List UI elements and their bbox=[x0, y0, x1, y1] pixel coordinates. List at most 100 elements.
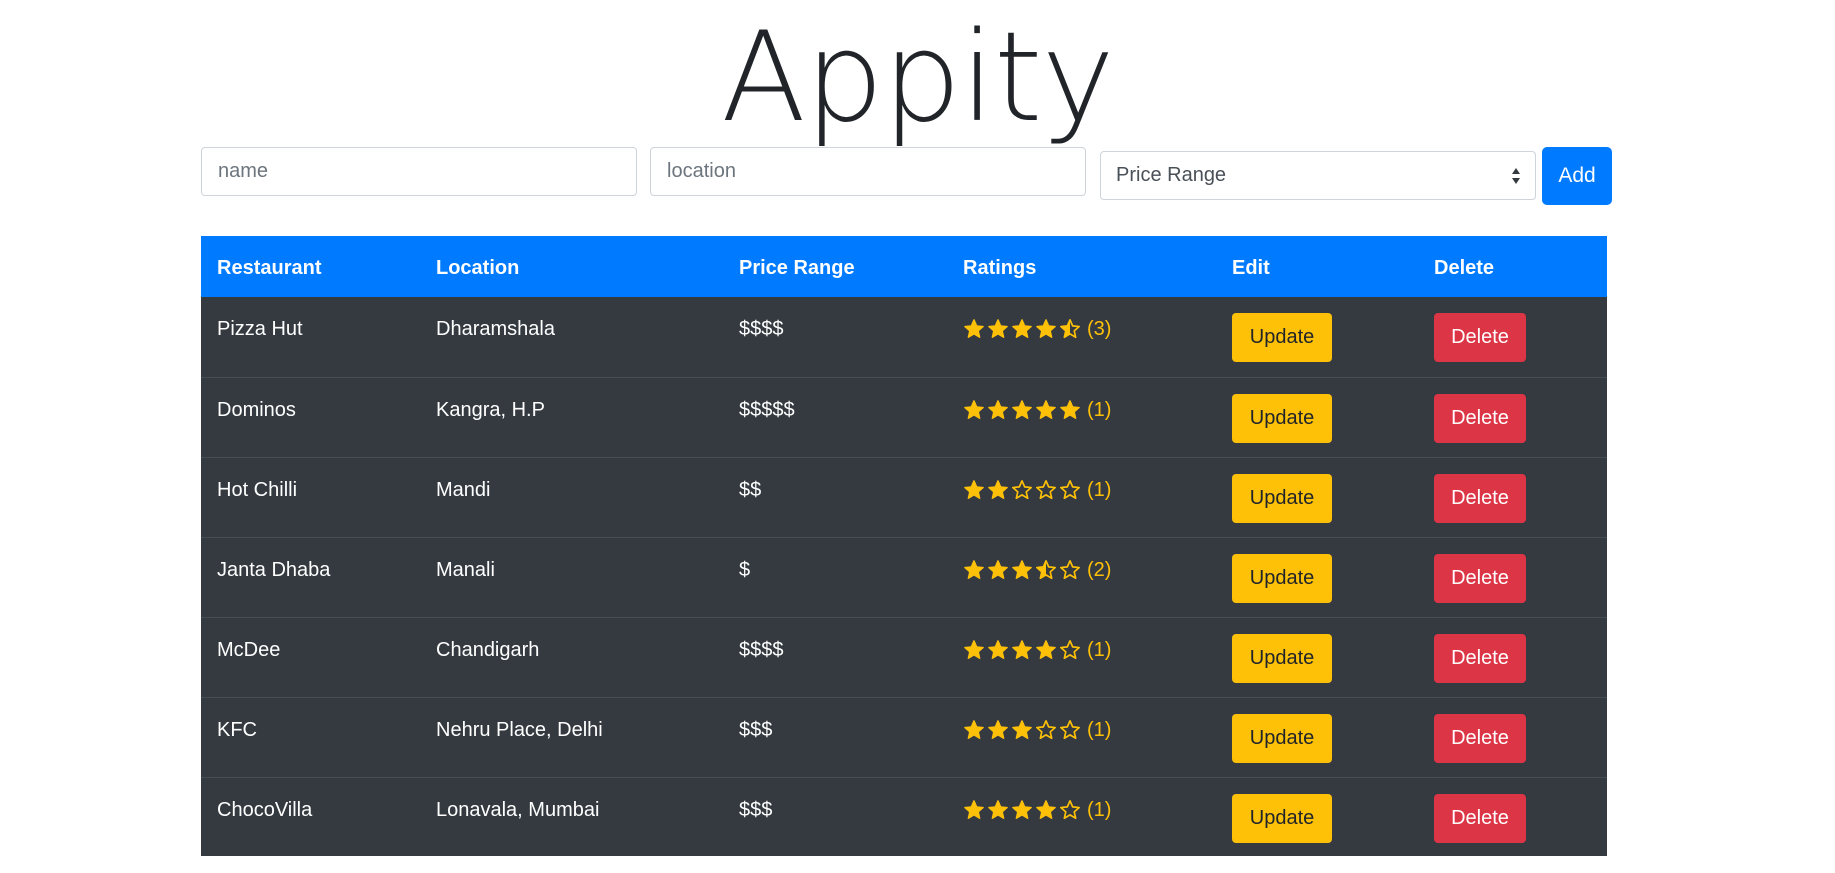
table-row: McDee Chandigarh $$$$ (1) Update Delete bbox=[201, 617, 1607, 697]
restaurant-name: Janta Dhaba bbox=[217, 559, 331, 581]
header-ratings: Ratings bbox=[963, 257, 1037, 279]
header-restaurant: Restaurant bbox=[217, 257, 322, 279]
star-rating: (1) bbox=[963, 396, 1111, 424]
star-rating: (1) bbox=[963, 476, 1111, 504]
star-filled-icon bbox=[988, 319, 1008, 338]
update-button[interactable]: Update bbox=[1232, 313, 1332, 362]
star-filled-icon bbox=[964, 480, 984, 499]
star-filled-icon bbox=[964, 720, 984, 739]
restaurant-price-range: $$$ bbox=[739, 719, 773, 741]
delete-button[interactable]: Delete bbox=[1434, 554, 1526, 603]
table-row: Hot Chilli Mandi $$ (1) Update Delete bbox=[201, 457, 1607, 537]
star-filled-icon bbox=[988, 480, 1008, 499]
restaurant-location: Manali bbox=[436, 559, 495, 581]
update-button[interactable]: Update bbox=[1232, 634, 1332, 683]
star-filled-icon bbox=[964, 400, 984, 419]
restaurants-table: Restaurant Location Price Range Ratings … bbox=[201, 236, 1607, 856]
star-filled-icon bbox=[1036, 800, 1056, 819]
star-filled-icon bbox=[1036, 319, 1056, 338]
star-empty-icon bbox=[1060, 720, 1080, 740]
star-filled-icon bbox=[1036, 400, 1056, 419]
delete-button[interactable]: Delete bbox=[1434, 313, 1526, 362]
price-range-select-value: Price Range bbox=[1116, 164, 1227, 186]
delete-button[interactable]: Delete bbox=[1434, 634, 1526, 683]
star-filled-icon bbox=[988, 800, 1008, 819]
table-row: ChocoVilla Lonavala, Mumbai $$$ (1) Update De… bbox=[201, 777, 1607, 857]
restaurant-price-range: $$$$ bbox=[739, 639, 784, 661]
restaurant-name: KFC bbox=[217, 719, 257, 741]
star-rating: (1) bbox=[963, 636, 1111, 664]
star-filled-icon bbox=[1012, 640, 1032, 659]
star-rating: (1) bbox=[963, 796, 1111, 824]
restaurant-price-range: $$$$ bbox=[739, 318, 784, 340]
app-page: Appity Price Range Add Restaurant Locati… bbox=[0, 0, 1835, 873]
restaurant-price-range: $$ bbox=[739, 479, 762, 501]
star-half-icon bbox=[1060, 319, 1080, 339]
update-button[interactable]: Update bbox=[1232, 714, 1332, 763]
sort-caret-icon bbox=[1512, 168, 1520, 184]
star-filled-icon bbox=[964, 319, 984, 338]
star-rating: (3) bbox=[963, 315, 1111, 343]
restaurant-price-range: $ bbox=[739, 559, 751, 581]
table-row: Dominos Kangra, H.P $$$$$ (1) Update Delete bbox=[201, 377, 1607, 457]
restaurant-location: Lonavala, Mumbai bbox=[436, 799, 600, 821]
restaurant-location: Mandi bbox=[436, 479, 491, 501]
star-filled-icon bbox=[1012, 319, 1032, 338]
star-filled-icon bbox=[964, 560, 984, 579]
table-row: Pizza Hut Dharamshala $$$$ (3) Update Delete bbox=[201, 297, 1607, 377]
review-count: (1) bbox=[1087, 639, 1112, 661]
add-button[interactable]: Add bbox=[1542, 147, 1612, 205]
restaurant-price-range: $$$ bbox=[739, 799, 773, 821]
review-count: (1) bbox=[1087, 799, 1112, 821]
restaurant-price-range: $$$$$ bbox=[739, 399, 795, 421]
star-filled-icon bbox=[964, 800, 984, 819]
star-empty-icon bbox=[1036, 720, 1056, 740]
restaurant-location: Kangra, H.P bbox=[436, 399, 545, 421]
restaurant-name: McDee bbox=[217, 639, 281, 661]
star-empty-icon bbox=[1060, 560, 1080, 580]
update-button[interactable]: Update bbox=[1232, 554, 1332, 603]
star-filled-icon bbox=[988, 400, 1008, 419]
header-location: Location bbox=[436, 257, 520, 279]
header-price-range: Price Range bbox=[739, 257, 855, 279]
review-count: (3) bbox=[1087, 318, 1112, 340]
star-empty-icon bbox=[1012, 480, 1032, 500]
review-count: (2) bbox=[1087, 559, 1112, 581]
update-button[interactable]: Update bbox=[1232, 394, 1332, 443]
review-count: (1) bbox=[1087, 399, 1112, 421]
restaurant-name: ChocoVilla bbox=[217, 799, 313, 821]
restaurant-location: Dharamshala bbox=[436, 318, 555, 340]
star-filled-icon bbox=[964, 640, 984, 659]
star-filled-icon bbox=[1012, 560, 1032, 579]
restaurant-name: Hot Chilli bbox=[217, 479, 298, 501]
price-range-select[interactable]: Price Range bbox=[1100, 151, 1536, 200]
update-button[interactable]: Update bbox=[1232, 474, 1332, 523]
name-input[interactable] bbox=[201, 147, 637, 196]
delete-button[interactable]: Delete bbox=[1434, 794, 1526, 843]
star-filled-icon bbox=[988, 640, 1008, 659]
app-title: Appity bbox=[721, 6, 1115, 150]
star-filled-icon bbox=[1012, 400, 1032, 419]
table-row: KFC Nehru Place, Delhi $$$ (1) Update Delete bbox=[201, 697, 1607, 777]
location-input[interactable] bbox=[650, 147, 1086, 196]
star-rating: (2) bbox=[963, 556, 1111, 584]
star-filled-icon bbox=[1012, 800, 1032, 819]
restaurant-location: Nehru Place, Delhi bbox=[436, 719, 603, 741]
star-filled-icon bbox=[1036, 640, 1056, 659]
star-filled-icon bbox=[1012, 720, 1032, 739]
delete-button[interactable]: Delete bbox=[1434, 714, 1526, 763]
review-count: (1) bbox=[1087, 719, 1112, 741]
star-empty-icon bbox=[1036, 480, 1056, 500]
table-header-row: Restaurant Location Price Range Ratings … bbox=[201, 236, 1607, 297]
star-empty-icon bbox=[1060, 800, 1080, 820]
restaurant-name: Dominos bbox=[217, 399, 296, 421]
star-empty-icon bbox=[1060, 480, 1080, 500]
star-filled-icon bbox=[988, 560, 1008, 579]
delete-button[interactable]: Delete bbox=[1434, 394, 1526, 443]
star-empty-icon bbox=[1060, 640, 1080, 660]
star-half-icon bbox=[1036, 560, 1056, 580]
restaurant-name: Pizza Hut bbox=[217, 318, 303, 340]
star-rating: (1) bbox=[963, 716, 1111, 744]
delete-button[interactable]: Delete bbox=[1434, 474, 1526, 523]
update-button[interactable]: Update bbox=[1232, 794, 1332, 843]
